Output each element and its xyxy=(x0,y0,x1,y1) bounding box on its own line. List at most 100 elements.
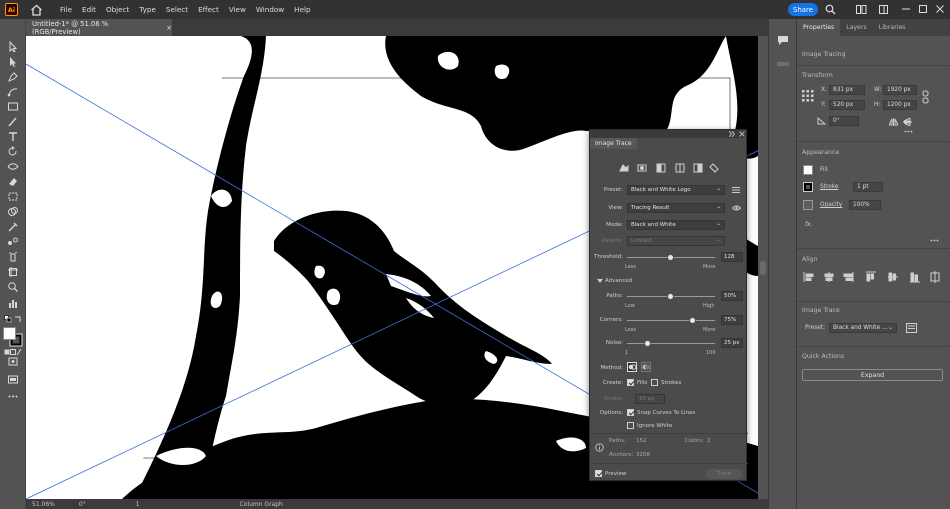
default-colors-icon[interactable] xyxy=(4,315,12,323)
preview-checkbox[interactable] xyxy=(595,470,602,477)
preset-shortcut-icons[interactable] xyxy=(619,163,719,173)
threshold-field[interactable]: 128 xyxy=(721,252,743,262)
width-field[interactable]: 1920 px xyxy=(883,85,917,95)
opacity-label[interactable]: Opacity xyxy=(820,202,842,208)
stroke-label[interactable]: Stroke xyxy=(820,184,838,190)
minimize-icon[interactable] xyxy=(902,8,910,11)
rotate-angle-field[interactable]: 0° xyxy=(829,116,859,126)
stroke-weight-field[interactable]: 1 pt xyxy=(853,182,883,192)
vertical-scrollbar-thumb[interactable] xyxy=(760,261,766,275)
strokes-checkbox[interactable] xyxy=(651,379,658,386)
advanced-toggle[interactable]: Advanced xyxy=(605,278,632,284)
paths-slider-knob[interactable] xyxy=(667,293,674,300)
tab-layers[interactable]: Layers xyxy=(840,19,872,36)
effects-fx-icon[interactable]: fx. xyxy=(805,222,812,228)
preset-dropdown[interactable]: Black and White Logo ⌄ xyxy=(627,185,725,195)
free-transform-tool-icon[interactable] xyxy=(7,191,19,202)
zoom-level[interactable]: 51.06% xyxy=(32,501,55,508)
swap-colors-icon[interactable] xyxy=(14,315,22,323)
stroke-swatch[interactable] xyxy=(803,182,813,192)
close-panel-icon[interactable] xyxy=(739,131,745,137)
menu-effect[interactable]: Effect xyxy=(193,5,224,14)
image-trace-preset-dropdown[interactable]: Black and White ... ⌄ xyxy=(829,323,897,333)
width-tool-icon[interactable] xyxy=(7,161,19,172)
column-graph-tool-icon[interactable] xyxy=(7,298,19,309)
image-trace-panel-icon[interactable] xyxy=(906,323,917,333)
menu-select[interactable]: Select xyxy=(161,5,193,14)
color-mode-icons[interactable] xyxy=(4,349,22,356)
pen-tool-icon[interactable] xyxy=(7,71,19,82)
panel-grip-icon[interactable] xyxy=(777,62,789,66)
direct-selection-tool-icon[interactable] xyxy=(7,56,19,67)
x-field[interactable]: 831 px xyxy=(829,85,865,95)
paths-field[interactable]: 50% xyxy=(721,291,743,301)
trace-button[interactable]: Trace xyxy=(706,469,742,479)
snap-curves-checkbox[interactable] xyxy=(627,409,634,416)
threshold-slider-knob[interactable] xyxy=(667,254,675,261)
fill-stroke-swatch[interactable] xyxy=(3,327,23,347)
align-buttons[interactable] xyxy=(803,271,943,283)
maximize-icon[interactable] xyxy=(919,5,927,13)
eye-icon[interactable] xyxy=(732,205,741,211)
tab-libraries[interactable]: Libraries xyxy=(873,19,912,36)
corners-slider-knob[interactable] xyxy=(689,317,696,324)
menu-window[interactable]: Window xyxy=(251,5,289,14)
appearance-more-icon[interactable] xyxy=(930,239,939,242)
share-button[interactable]: Share xyxy=(788,3,818,16)
paintbrush-tool-icon[interactable] xyxy=(7,116,19,127)
menu-type[interactable]: Type xyxy=(134,5,161,14)
fills-checkbox[interactable] xyxy=(627,379,634,386)
menu-view[interactable]: View xyxy=(224,5,251,14)
method-overlapping-button[interactable] xyxy=(641,362,651,372)
more-tools-icon[interactable] xyxy=(7,391,19,402)
advanced-disclosure-icon[interactable] xyxy=(597,279,603,284)
eyedropper-tool-icon[interactable] xyxy=(7,221,19,232)
reference-point-icon[interactable] xyxy=(802,90,814,102)
collapse-panel-icon[interactable] xyxy=(729,131,735,137)
image-trace-panel-title[interactable]: Image Trace xyxy=(590,138,637,149)
artboard-number[interactable]: 1 xyxy=(136,501,140,508)
curvature-tool-icon[interactable] xyxy=(7,86,19,97)
document-tab[interactable]: Untitled-1* @ 51.06 % (RGB/Preview) × xyxy=(26,19,172,36)
draw-mode-icon[interactable] xyxy=(7,356,19,367)
noise-field[interactable]: 25 px xyxy=(721,338,743,348)
type-tool-icon[interactable] xyxy=(7,131,19,142)
view-dropdown[interactable]: Tracing Result ⌄ xyxy=(627,203,725,213)
eraser-tool-icon[interactable] xyxy=(7,176,19,187)
comments-icon[interactable] xyxy=(777,35,789,46)
opacity-field[interactable]: 100% xyxy=(849,200,881,210)
height-field[interactable]: 1200 px xyxy=(883,100,917,110)
noise-slider-knob[interactable] xyxy=(644,340,652,347)
blend-tool-icon[interactable] xyxy=(7,236,19,247)
workspace-icon[interactable] xyxy=(879,5,888,14)
fill-swatch[interactable] xyxy=(803,165,813,175)
transform-more-icon[interactable] xyxy=(904,130,913,133)
rectangle-tool-icon[interactable] xyxy=(7,101,19,112)
document-close-icon[interactable]: × xyxy=(166,24,172,32)
rotate-tool-icon[interactable] xyxy=(7,146,19,157)
flip-horizontal-icon[interactable] xyxy=(889,118,898,126)
flip-vertical-icon[interactable] xyxy=(903,118,912,126)
rotation-value[interactable]: 0° xyxy=(79,501,86,508)
ignore-white-checkbox[interactable] xyxy=(627,422,634,429)
selection-tool-icon[interactable] xyxy=(7,41,19,52)
zoom-tool-icon[interactable] xyxy=(7,281,19,292)
expand-button[interactable]: Expand xyxy=(802,369,943,381)
search-icon[interactable] xyxy=(825,4,836,15)
method-abutting-button[interactable] xyxy=(627,362,637,372)
constrain-proportions-icon[interactable] xyxy=(922,90,929,104)
close-icon[interactable] xyxy=(936,5,944,13)
noise-slider-track[interactable] xyxy=(627,343,715,344)
shape-builder-tool-icon[interactable] xyxy=(7,206,19,217)
menu-object[interactable]: Object xyxy=(101,5,134,14)
menu-help[interactable]: Help xyxy=(289,5,315,14)
corners-field[interactable]: 75% xyxy=(721,315,743,325)
corners-slider-track[interactable] xyxy=(627,320,715,321)
artboard-tool-icon[interactable] xyxy=(7,266,19,277)
tab-properties[interactable]: Properties xyxy=(797,19,841,36)
preset-menu-icon[interactable] xyxy=(732,187,740,193)
panel-title-bar[interactable] xyxy=(590,130,746,138)
mode-dropdown[interactable]: Black and White ⌄ xyxy=(627,220,725,230)
menu-file[interactable]: File xyxy=(55,5,77,14)
screen-mode-icon[interactable] xyxy=(7,374,19,385)
